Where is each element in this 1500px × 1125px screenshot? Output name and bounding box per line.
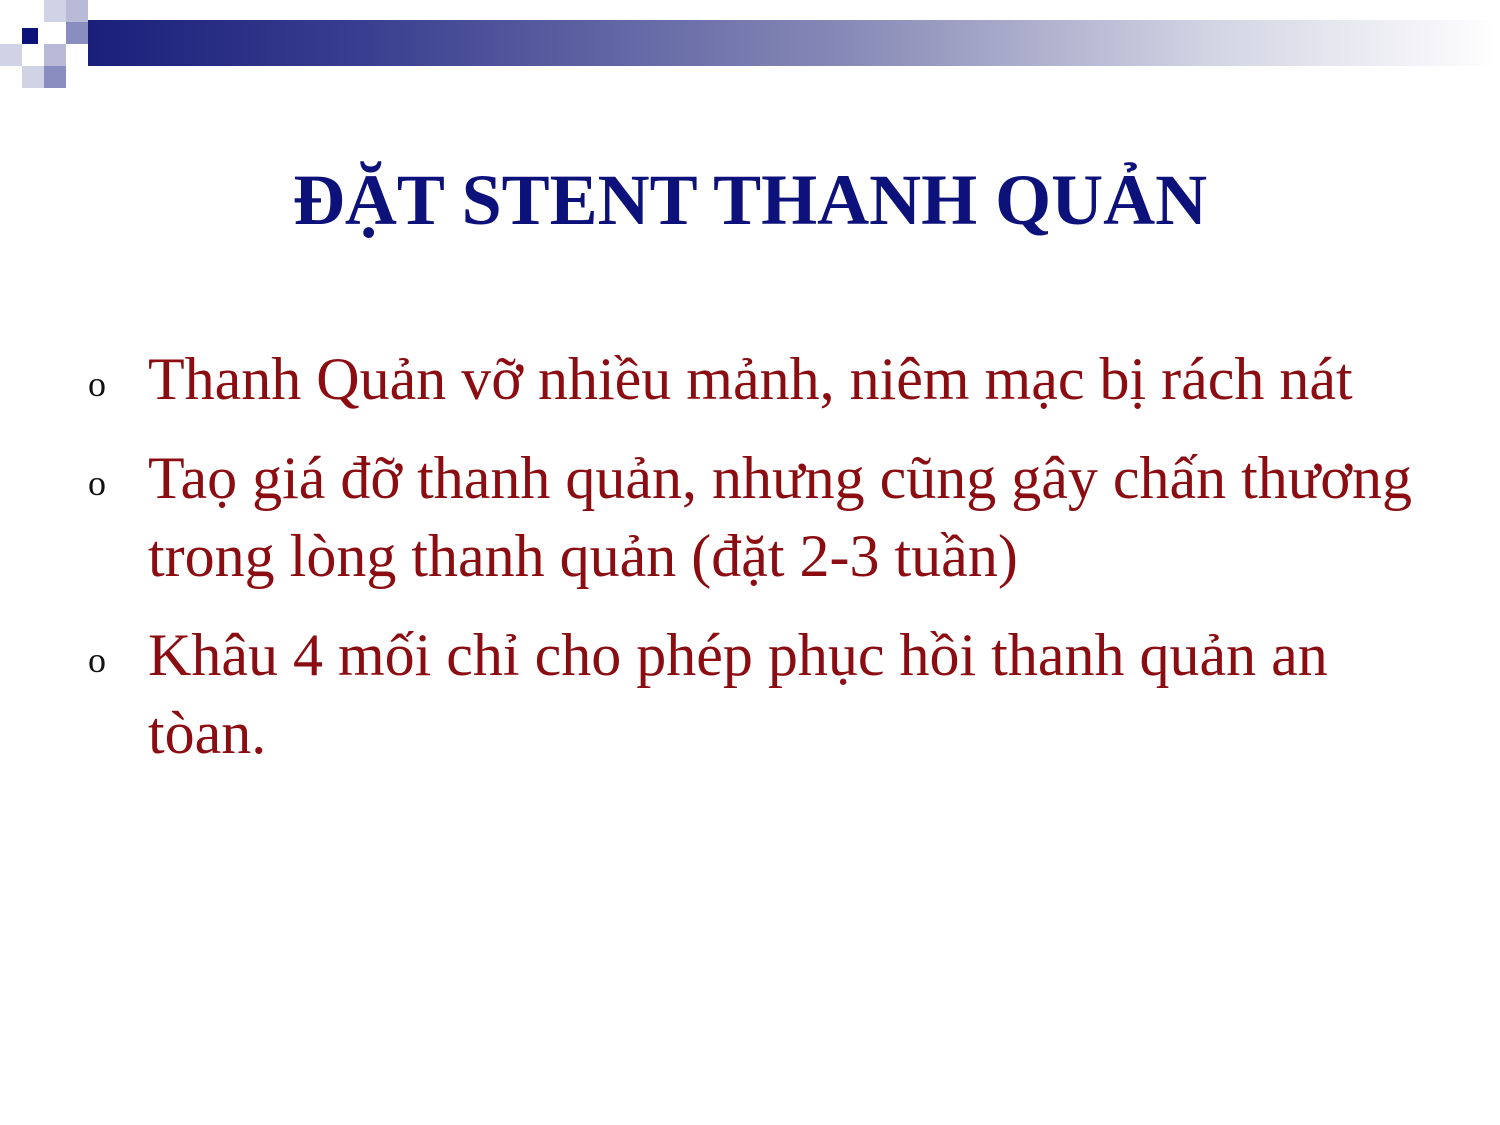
bullet-marker: o bbox=[88, 463, 106, 503]
bullet-item: o Khâu 4 mối chỉ cho phép phục hồi thanh… bbox=[88, 616, 1438, 772]
decor-square bbox=[44, 66, 66, 88]
decor-square bbox=[44, 22, 66, 44]
decor-square bbox=[22, 28, 38, 44]
decor-square bbox=[66, 0, 88, 22]
decor-square bbox=[0, 0, 20, 20]
bullet-item: o Thanh Quản vỡ nhiều mảnh, niêm mạc bị … bbox=[88, 340, 1438, 418]
decor-square bbox=[22, 44, 44, 66]
decor-square bbox=[22, 66, 44, 88]
bullet-text: Thanh Quản vỡ nhiều mảnh, niêm mạc bị rá… bbox=[148, 346, 1353, 412]
bullet-text: Khâu 4 mối chỉ cho phép phục hồi thanh q… bbox=[148, 622, 1328, 766]
slide-title: ĐẶT STENT THANH QUẢN bbox=[292, 160, 1208, 240]
bullet-item: o Taọ giá đỡ thanh quản, nhưng cũng gây … bbox=[88, 439, 1438, 595]
decor-square bbox=[0, 44, 22, 66]
decor-square bbox=[44, 44, 66, 66]
bullet-marker: o bbox=[88, 364, 106, 404]
decor-square bbox=[44, 0, 66, 22]
decor-square bbox=[66, 22, 88, 44]
title-bar-gradient bbox=[88, 20, 1500, 66]
bullet-marker: o bbox=[88, 640, 106, 680]
bullet-text: Taọ giá đỡ thanh quản, nhưng cũng gây ch… bbox=[148, 445, 1413, 589]
bullet-list: o Thanh Quản vỡ nhiều mảnh, niêm mạc bị … bbox=[88, 340, 1438, 793]
